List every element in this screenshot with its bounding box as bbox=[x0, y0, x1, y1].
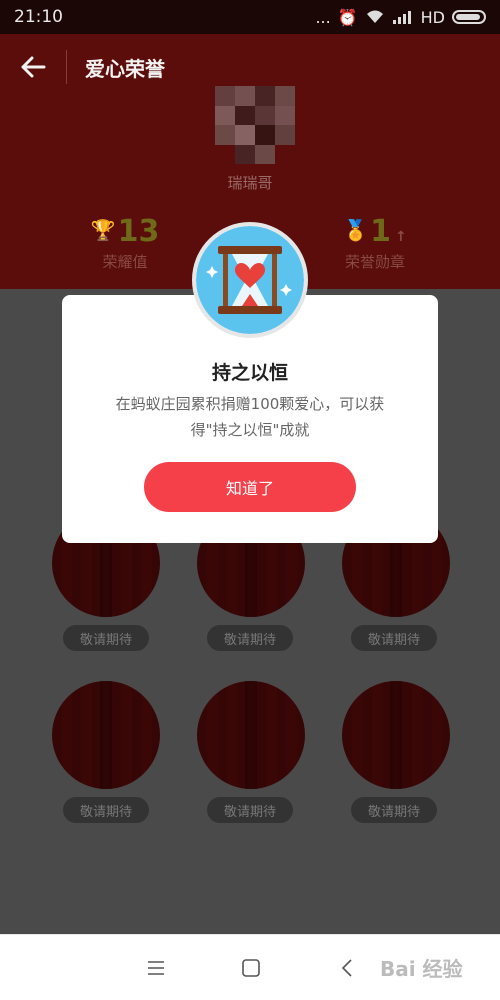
signal-icon bbox=[392, 11, 411, 24]
pending-label: 敬请期待 bbox=[63, 625, 149, 651]
dialog-title: 持之以恒 bbox=[211, 362, 288, 384]
notification-dots: ... bbox=[315, 7, 331, 27]
pending-label: 敬请期待 bbox=[207, 625, 293, 651]
watermark: Bai 经验 bbox=[380, 957, 463, 981]
status-icons: ... ⏰ HD bbox=[315, 8, 486, 27]
medal-label: 荣誉勋章 bbox=[344, 253, 405, 271]
achievement-badge bbox=[192, 222, 308, 338]
username: 瑞瑞哥 bbox=[227, 174, 273, 192]
network-type: HD bbox=[420, 7, 445, 27]
pending-label: 敬请期待 bbox=[63, 797, 149, 823]
back-nav-icon bbox=[341, 959, 352, 977]
pending-label: 敬请期待 bbox=[351, 797, 437, 823]
status-bar: 21:10 ... ⏰ HD bbox=[0, 0, 500, 34]
back-button[interactable] bbox=[0, 34, 66, 100]
home-button[interactable] bbox=[231, 951, 271, 985]
back-arrow-icon bbox=[21, 56, 46, 78]
page-title: 爱心荣誉 bbox=[85, 56, 165, 81]
back-nav-button[interactable] bbox=[327, 951, 367, 985]
battery-icon bbox=[452, 10, 486, 24]
badge-locked[interactable] bbox=[342, 681, 450, 789]
medal-count: 1 bbox=[370, 214, 392, 249]
title-divider bbox=[66, 50, 67, 84]
system-nav-bar: Bai 经验 bbox=[0, 934, 500, 1000]
hourglass-heart-icon bbox=[196, 226, 304, 334]
trend-up-icon: ↑ bbox=[395, 229, 407, 245]
badge-locked[interactable] bbox=[52, 681, 160, 789]
menu-button[interactable] bbox=[136, 951, 176, 985]
pending-label: 敬请期待 bbox=[207, 797, 293, 823]
wifi-icon bbox=[366, 10, 383, 23]
honor-value-label: 荣耀值 bbox=[102, 253, 148, 271]
home-icon bbox=[242, 959, 260, 977]
menu-icon bbox=[148, 961, 164, 975]
stat-honor-medals[interactable]: 🏅1 ↑ 荣誉勋章 bbox=[305, 214, 445, 272]
honor-value: 13 bbox=[117, 214, 160, 249]
medal-icon: 🏅 bbox=[343, 218, 369, 242]
got-it-button[interactable]: 知道了 bbox=[144, 462, 356, 512]
pending-label: 敬请期待 bbox=[351, 625, 437, 651]
dialog-description: 在蚂蚁庄园累积捐赠100颗爱心，可以获得"持之以恒"成就 bbox=[115, 395, 385, 439]
stat-honor-value[interactable]: 🏆13 荣耀值 bbox=[55, 214, 195, 272]
status-time: 21:10 bbox=[14, 7, 63, 27]
avatar[interactable] bbox=[215, 86, 295, 164]
trophy-icon: 🏆 bbox=[90, 218, 116, 242]
badge-locked[interactable] bbox=[197, 681, 305, 789]
alarm-icon: ⏰ bbox=[337, 7, 358, 27]
